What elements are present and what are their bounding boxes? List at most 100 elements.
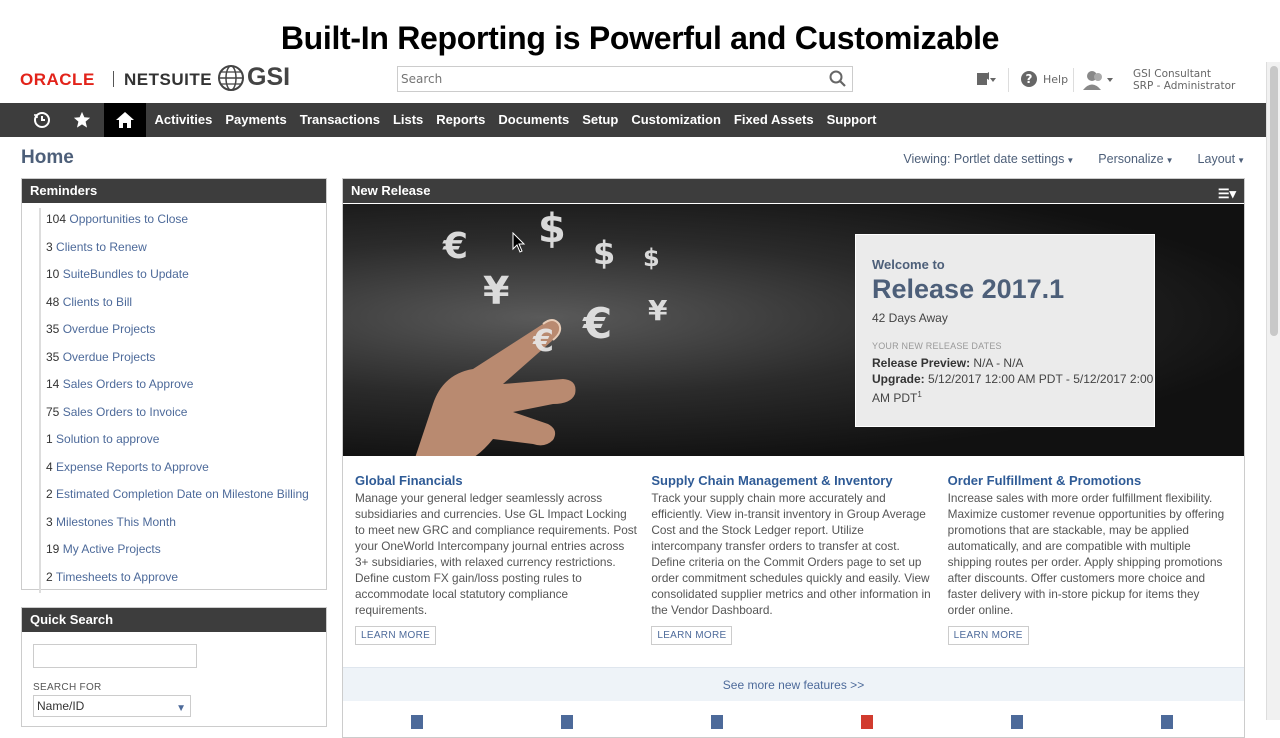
- reminder-item[interactable]: 10 SuiteBundles to Update: [39, 263, 326, 291]
- learn-more-button[interactable]: LEARN MORE: [651, 626, 733, 645]
- document-icon[interactable]: [561, 715, 573, 729]
- reminder-label[interactable]: Estimated Completion Date on Milestone B…: [56, 487, 309, 501]
- reminder-item[interactable]: 3 Clients to Renew: [39, 235, 326, 263]
- reminder-label[interactable]: Sales Orders to Invoice: [63, 405, 188, 419]
- pdf-document-icon[interactable]: [861, 715, 873, 729]
- feature-title[interactable]: Supply Chain Management & Inventory: [651, 473, 933, 488]
- see-more-features-link[interactable]: See more new features >>: [343, 667, 1244, 701]
- document-icon[interactable]: [411, 715, 423, 729]
- personalize-menu[interactable]: Personalize ▼: [1098, 152, 1173, 166]
- reminder-count: 10: [46, 267, 60, 281]
- reminder-item[interactable]: 19 My Active Projects: [39, 538, 326, 566]
- new-release-header: New Release ☰▾: [343, 179, 1244, 203]
- scrollbar-thumb[interactable]: [1270, 66, 1278, 336]
- learn-more-button[interactable]: LEARN MORE: [947, 626, 1029, 645]
- reminder-item[interactable]: 1 Solution to approve: [39, 428, 326, 456]
- oracle-logo[interactable]: ORACLE: [20, 70, 95, 90]
- reminder-label[interactable]: Clients to Renew: [56, 240, 147, 254]
- search-type-select[interactable]: Name/ID ▼: [33, 695, 191, 717]
- partner-logo-text: GSI: [247, 63, 291, 91]
- reminder-label[interactable]: Expense Reports to Approve: [56, 460, 209, 474]
- portlet-menu-icon[interactable]: ☰▾: [1218, 182, 1236, 206]
- reminder-item[interactable]: 2 Timesheets to Approve: [39, 565, 326, 593]
- layout-menu[interactable]: Layout ▼: [1198, 152, 1245, 166]
- home-icon[interactable]: [104, 103, 146, 137]
- welcome-label: Welcome to: [872, 257, 945, 272]
- reminder-count: 2: [46, 487, 53, 501]
- page-scrollbar[interactable]: [1266, 62, 1280, 720]
- nav-payments[interactable]: Payments: [219, 103, 293, 137]
- feature-columns: Global Financials Manage your general le…: [343, 456, 1244, 645]
- reminder-label[interactable]: Overdue Projects: [63, 322, 156, 336]
- search-icon[interactable]: [829, 70, 847, 92]
- globe-icon: [218, 64, 244, 91]
- nav-transactions[interactable]: Transactions: [293, 103, 386, 137]
- quick-search-header: Quick Search: [22, 608, 326, 632]
- portlet-date-settings-label: Viewing: Portlet date settings: [903, 152, 1065, 166]
- reminder-label[interactable]: My Active Projects: [63, 542, 161, 556]
- reminder-item[interactable]: 35 Overdue Projects: [39, 318, 326, 346]
- nav-activities[interactable]: Activities: [148, 103, 219, 137]
- feature-title[interactable]: Order Fulfillment & Promotions: [948, 473, 1230, 488]
- help-link[interactable]: ? Help: [1021, 71, 1068, 87]
- page-title: Home: [21, 147, 74, 168]
- nav-setup[interactable]: Setup: [576, 103, 625, 137]
- partner-logo[interactable]: GSI: [217, 63, 290, 92]
- quick-search-input[interactable]: [33, 644, 197, 668]
- nav-customization[interactable]: Customization: [625, 103, 728, 137]
- feature-title[interactable]: Global Financials: [355, 473, 637, 488]
- recent-history-icon[interactable]: [22, 103, 62, 137]
- nav-documents[interactable]: Documents: [492, 103, 576, 137]
- currency-symbol: €: [583, 299, 613, 348]
- reminder-item[interactable]: 2 Estimated Completion Date on Milestone…: [39, 483, 326, 511]
- learn-more-button[interactable]: LEARN MORE: [355, 626, 437, 645]
- dropdown-arrow-icon: ▼: [176, 703, 186, 714]
- reminder-label[interactable]: Clients to Bill: [63, 295, 132, 309]
- nav-reports[interactable]: Reports: [430, 103, 492, 137]
- reminder-label[interactable]: Sales Orders to Approve: [63, 377, 194, 391]
- reminder-label[interactable]: Opportunities to Close: [69, 212, 188, 226]
- portlet-date-settings-menu[interactable]: Viewing: Portlet date settings ▼: [903, 152, 1074, 166]
- reminder-label[interactable]: Timesheets to Approve: [56, 570, 178, 584]
- user-menu[interactable]: GSI Consultant SRP - Administrator: [1081, 68, 1235, 92]
- nav-lists[interactable]: Lists: [386, 103, 429, 137]
- reminder-count: 3: [46, 239, 53, 254]
- reminder-label[interactable]: Milestones This Month: [56, 515, 176, 529]
- reminders-header: Reminders: [22, 179, 326, 203]
- feature-description: Manage your general ledger seamlessly ac…: [355, 491, 637, 617]
- recent-records-menu[interactable]: [975, 70, 997, 88]
- reminder-item[interactable]: 104 Opportunities to Close: [39, 208, 326, 236]
- nav-support[interactable]: Support: [820, 103, 883, 137]
- layout-label: Layout: [1197, 152, 1236, 166]
- feature-order-fulfillment: Order Fulfillment & Promotions Increase …: [947, 456, 1244, 645]
- release-dates-heading: YOUR NEW RELEASE DATES: [872, 341, 1002, 351]
- help-icon: ?: [1021, 71, 1037, 87]
- reminder-item[interactable]: 75 Sales Orders to Invoice: [39, 400, 326, 428]
- reminder-item[interactable]: 4 Expense Reports to Approve: [39, 455, 326, 483]
- netsuite-logo[interactable]: NETSUITE: [124, 70, 212, 90]
- page-actions: Viewing: Portlet date settings ▼ Personal…: [903, 152, 1245, 166]
- slide-title: Built-In Reporting is Powerful and Custo…: [280, 20, 1000, 56]
- user-role: SRP - Administrator: [1133, 80, 1236, 92]
- reminder-count: 104: [46, 212, 67, 226]
- reminder-label[interactable]: Overdue Projects: [63, 350, 156, 364]
- reminder-count: 35: [46, 349, 60, 364]
- nav-fixed-assets[interactable]: Fixed Assets: [727, 103, 820, 137]
- reminder-item[interactable]: 14 Sales Orders to Approve: [39, 373, 326, 401]
- reminder-item[interactable]: 3 Milestones This Month: [39, 510, 326, 538]
- recent-records-icon: [977, 72, 996, 85]
- reminder-item[interactable]: 35 Overdue Projects: [39, 345, 326, 373]
- reminder-label[interactable]: SuiteBundles to Update: [63, 267, 189, 281]
- toolbar-divider: [1073, 68, 1074, 92]
- reminder-label[interactable]: Solution to approve: [56, 432, 159, 446]
- document-icon[interactable]: [1161, 715, 1173, 729]
- currency-symbol: $: [643, 244, 660, 272]
- search-input[interactable]: [398, 67, 818, 91]
- reminder-count: 3: [46, 514, 53, 529]
- favorites-star-icon[interactable]: [62, 103, 102, 137]
- reminder-item[interactable]: 48 Clients to Bill: [39, 290, 326, 318]
- currency-symbol: $: [593, 234, 616, 272]
- document-icon[interactable]: [711, 715, 723, 729]
- document-icon[interactable]: [1011, 715, 1023, 729]
- global-search[interactable]: [397, 66, 853, 92]
